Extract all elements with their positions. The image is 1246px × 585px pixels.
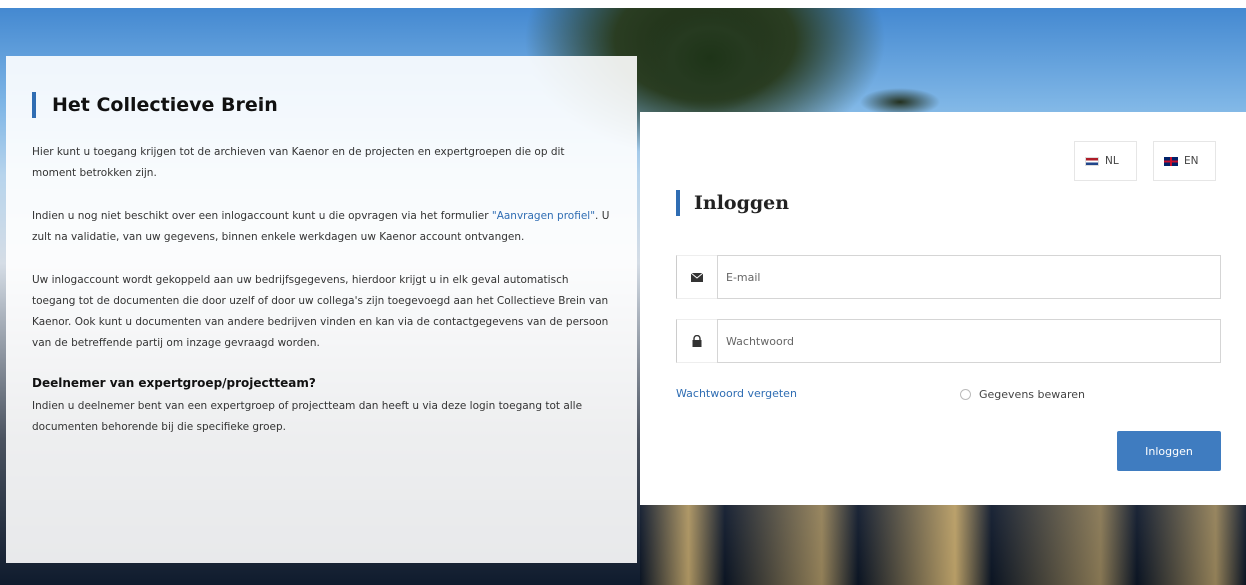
login-title: Inloggen (694, 192, 790, 214)
language-nl-button[interactable]: NL (1074, 141, 1137, 181)
lock-icon (676, 319, 717, 363)
background-tree (860, 84, 940, 114)
heading-accent-bar (32, 92, 36, 118)
language-label: NL (1105, 155, 1119, 167)
password-field[interactable] (717, 319, 1221, 363)
background-tree (640, 8, 780, 118)
info-paragraph: Indien u deelnemer bent van een expertgr… (32, 400, 583, 433)
flag-uk-icon (1164, 156, 1178, 166)
request-profile-link[interactable]: "Aanvragen profiel" (492, 210, 595, 222)
forgot-password-link[interactable]: Wachtwoord vergeten (676, 387, 797, 400)
login-panel: NL EN Inloggen Wachtwoord vergeten Gegev… (640, 112, 1246, 505)
language-en-button[interactable]: EN (1153, 141, 1216, 181)
heading-accent-bar (676, 190, 680, 216)
language-label: EN (1184, 155, 1199, 167)
info-title: Het Collectieve Brein (52, 94, 278, 116)
envelope-icon (676, 255, 717, 299)
info-panel: Het Collectieve Brein Hier kunt u toegan… (6, 56, 637, 563)
login-heading: Inloggen (676, 190, 789, 216)
password-field-group (676, 319, 1221, 363)
flag-nl-icon (1085, 156, 1099, 166)
login-button[interactable]: Inloggen (1117, 431, 1221, 471)
info-paragraph: Hier kunt u toegang krijgen tot de archi… (32, 146, 565, 179)
background-water (640, 505, 1246, 585)
remember-label: Gegevens bewaren (979, 388, 1086, 401)
remember-checkbox[interactable] (960, 389, 971, 400)
top-strip (0, 0, 1246, 8)
email-field-group (676, 255, 1221, 299)
email-field[interactable] (717, 255, 1221, 299)
remember-me[interactable]: Gegevens bewaren (960, 388, 1085, 401)
info-paragraph: Uw inlogaccount wordt gekoppeld aan uw b… (32, 274, 609, 349)
info-heading: Het Collectieve Brein (32, 92, 611, 118)
info-paragraph: Indien u nog niet beschikt over een inlo… (32, 206, 611, 248)
info-subheading: Deelnemer van expertgroep/projectteam? (32, 376, 316, 390)
info-text: Indien u nog niet beschikt over een inlo… (32, 210, 492, 222)
